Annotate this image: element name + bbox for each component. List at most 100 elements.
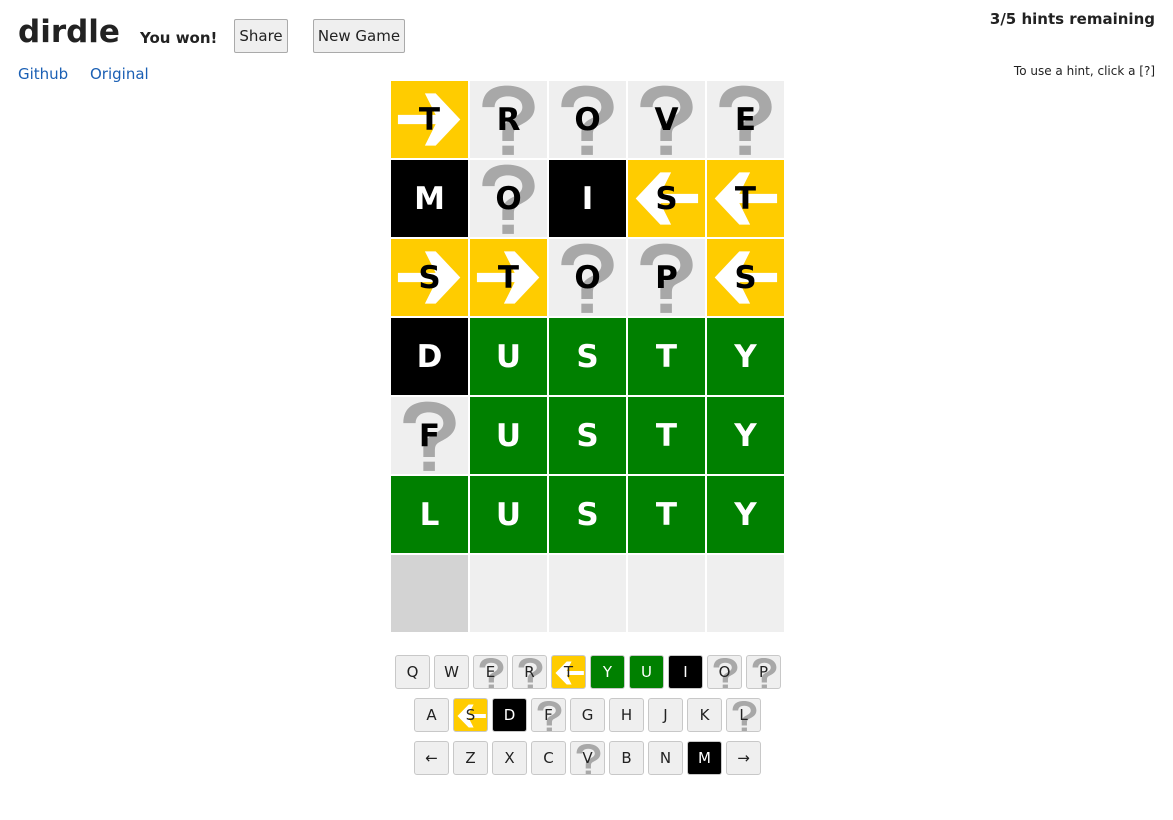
key-label: K bbox=[699, 706, 710, 724]
key-v[interactable]: V bbox=[570, 741, 605, 775]
board-tile[interactable]: O bbox=[549, 239, 626, 316]
key-label: Q bbox=[406, 663, 419, 681]
tile-letter: O bbox=[574, 101, 601, 138]
tile-letter: T bbox=[497, 259, 520, 296]
app-title: dirdle bbox=[18, 14, 120, 50]
key-label: J bbox=[663, 706, 668, 724]
key-label: H bbox=[620, 706, 633, 724]
tile-letter: T bbox=[655, 417, 678, 454]
tile-letter: I bbox=[581, 180, 594, 217]
key-label: I bbox=[683, 663, 688, 681]
backspace-arrow-icon: ← bbox=[425, 749, 438, 767]
board-tile: U bbox=[470, 318, 547, 395]
board-tile[interactable]: O bbox=[549, 81, 626, 158]
board-tile bbox=[707, 555, 784, 632]
board-tile: U bbox=[470, 476, 547, 553]
key-w[interactable]: W bbox=[434, 655, 469, 689]
tile-letter: U bbox=[495, 417, 522, 454]
new-game-button[interactable]: New Game bbox=[313, 19, 405, 53]
key-n[interactable]: N bbox=[648, 741, 683, 775]
enter-key[interactable]: → bbox=[726, 741, 761, 775]
key-b[interactable]: B bbox=[609, 741, 644, 775]
tile-letter: R bbox=[496, 101, 521, 138]
key-u[interactable]: U bbox=[629, 655, 664, 689]
board-tile[interactable]: R bbox=[470, 81, 547, 158]
game-board: T R O V E M O I S T S T O P S D U S T Y F U S T Y L U S T Y bbox=[391, 81, 784, 632]
key-label: B bbox=[621, 749, 632, 767]
tile-letter: O bbox=[495, 180, 522, 217]
tile-letter: S bbox=[734, 259, 757, 296]
key-label: R bbox=[524, 663, 535, 681]
board-tile: S bbox=[707, 239, 784, 316]
board-tile: I bbox=[549, 160, 626, 237]
key-label: L bbox=[739, 706, 748, 724]
key-label: S bbox=[465, 706, 476, 724]
board-tile bbox=[470, 555, 547, 632]
board-tile: S bbox=[628, 160, 705, 237]
board-tile: M bbox=[391, 160, 468, 237]
board-tile: S bbox=[549, 318, 626, 395]
key-q[interactable]: Q bbox=[395, 655, 430, 689]
board-tile[interactable]: E bbox=[707, 81, 784, 158]
key-l[interactable]: L bbox=[726, 698, 761, 732]
tile-letter: S bbox=[576, 338, 599, 375]
key-i[interactable]: I bbox=[668, 655, 703, 689]
board-tile[interactable]: V bbox=[628, 81, 705, 158]
key-label: Z bbox=[465, 749, 476, 767]
key-label: A bbox=[426, 706, 437, 724]
board-tile[interactable]: F bbox=[391, 397, 468, 474]
key-k[interactable]: K bbox=[687, 698, 722, 732]
key-a[interactable]: A bbox=[414, 698, 449, 732]
board-tile: T bbox=[470, 239, 547, 316]
key-c[interactable]: C bbox=[531, 741, 566, 775]
key-label: V bbox=[582, 749, 593, 767]
tile-letter: E bbox=[734, 101, 757, 138]
key-y[interactable]: Y bbox=[590, 655, 625, 689]
hints-remaining: 3/5 hints remaining bbox=[989, 10, 1155, 28]
tile-letter: S bbox=[576, 496, 599, 533]
key-r[interactable]: R bbox=[512, 655, 547, 689]
key-label: N bbox=[659, 749, 672, 767]
key-label: P bbox=[758, 663, 769, 681]
board-tile: S bbox=[391, 239, 468, 316]
key-label: M bbox=[698, 749, 711, 767]
key-z[interactable]: Z bbox=[453, 741, 488, 775]
backspace-key[interactable]: ← bbox=[414, 741, 449, 775]
key-label: D bbox=[503, 706, 516, 724]
key-t[interactable]: T bbox=[551, 655, 586, 689]
key-f[interactable]: F bbox=[531, 698, 566, 732]
key-j[interactable]: J bbox=[648, 698, 683, 732]
key-e[interactable]: E bbox=[473, 655, 508, 689]
board-tile[interactable]: O bbox=[470, 160, 547, 237]
key-p[interactable]: P bbox=[746, 655, 781, 689]
tile-letter: V bbox=[654, 101, 679, 138]
board-tile[interactable]: P bbox=[628, 239, 705, 316]
tile-letter: T bbox=[655, 338, 678, 375]
key-label: O bbox=[718, 663, 731, 681]
board-tile: Y bbox=[707, 397, 784, 474]
board-tile: T bbox=[628, 318, 705, 395]
tile-letter: T bbox=[734, 180, 757, 217]
board-tile: T bbox=[707, 160, 784, 237]
tile-letter: S bbox=[655, 180, 678, 217]
board-tile: S bbox=[549, 397, 626, 474]
github-link[interactable]: Github bbox=[18, 64, 68, 84]
tile-letter: S bbox=[418, 259, 441, 296]
key-label: G bbox=[581, 706, 594, 724]
tile-letter: Y bbox=[734, 496, 757, 533]
key-o[interactable]: O bbox=[707, 655, 742, 689]
board-tile: T bbox=[628, 476, 705, 553]
share-button[interactable]: Share bbox=[234, 19, 288, 53]
key-d[interactable]: D bbox=[492, 698, 527, 732]
key-x[interactable]: X bbox=[492, 741, 527, 775]
key-g[interactable]: G bbox=[570, 698, 605, 732]
key-label: U bbox=[641, 663, 652, 681]
tile-letter: U bbox=[495, 338, 522, 375]
key-m[interactable]: M bbox=[687, 741, 722, 775]
key-h[interactable]: H bbox=[609, 698, 644, 732]
board-tile: L bbox=[391, 476, 468, 553]
tile-letter: S bbox=[576, 417, 599, 454]
original-link[interactable]: Original bbox=[90, 64, 149, 84]
tile-letter: L bbox=[419, 496, 440, 533]
key-s[interactable]: S bbox=[453, 698, 488, 732]
